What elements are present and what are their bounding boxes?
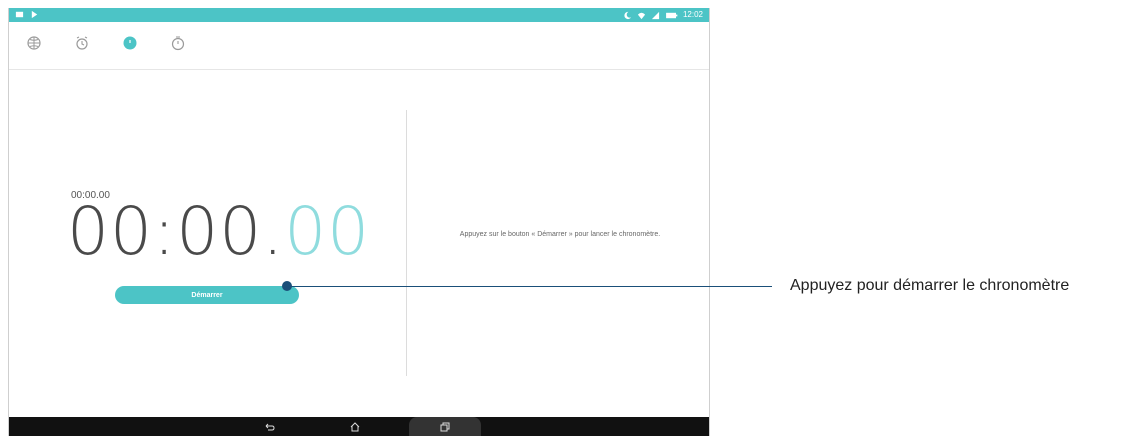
home-icon: [350, 421, 360, 431]
status-time: 12:02: [682, 10, 703, 19]
play-icon: [31, 10, 38, 19]
navigation-bar: [9, 417, 709, 436]
recent-apps-icon: [440, 422, 450, 431]
tab-alarm[interactable]: [71, 32, 93, 54]
recent-apps-button[interactable]: [431, 419, 459, 434]
moon-icon: [624, 11, 632, 19]
alarm-icon: [76, 36, 88, 50]
stopwatch-display: 00:00.00: [67, 194, 370, 270]
callout-dot: [282, 281, 292, 291]
tab-stopwatch[interactable]: [119, 32, 141, 54]
tab-timer[interactable]: [167, 32, 189, 54]
signal-icon: [651, 11, 660, 19]
tablet-screen: 12:02 00:00.00 00:00.00 Démarrer Appuyez…: [8, 8, 710, 436]
start-button[interactable]: Démarrer: [115, 286, 299, 304]
hint-text: Appuyez sur le bouton « Démarrer » pour …: [459, 231, 661, 238]
back-button[interactable]: [255, 419, 283, 434]
timer-icon: [171, 36, 185, 51]
clock-tabs: [9, 22, 709, 70]
status-bar: 12:02: [9, 8, 709, 22]
divider: [406, 110, 407, 376]
battery-icon: [666, 12, 678, 18]
globe-icon: [27, 36, 41, 50]
stopwatch-content: 00:00.00 00:00.00 Démarrer Appuyez sur l…: [9, 70, 709, 426]
main-time: 00:00.: [67, 193, 285, 270]
notification-icon: [15, 11, 24, 18]
callout-text: Appuyez pour démarrer le chronomètre: [790, 277, 1070, 294]
stopwatch-icon: [123, 36, 137, 50]
tab-world-clock[interactable]: [23, 32, 45, 54]
callout-line: [288, 286, 772, 287]
hundredths: 00: [284, 193, 371, 270]
home-button[interactable]: [341, 419, 369, 434]
back-icon: [265, 423, 275, 430]
wifi-icon: [637, 12, 646, 19]
